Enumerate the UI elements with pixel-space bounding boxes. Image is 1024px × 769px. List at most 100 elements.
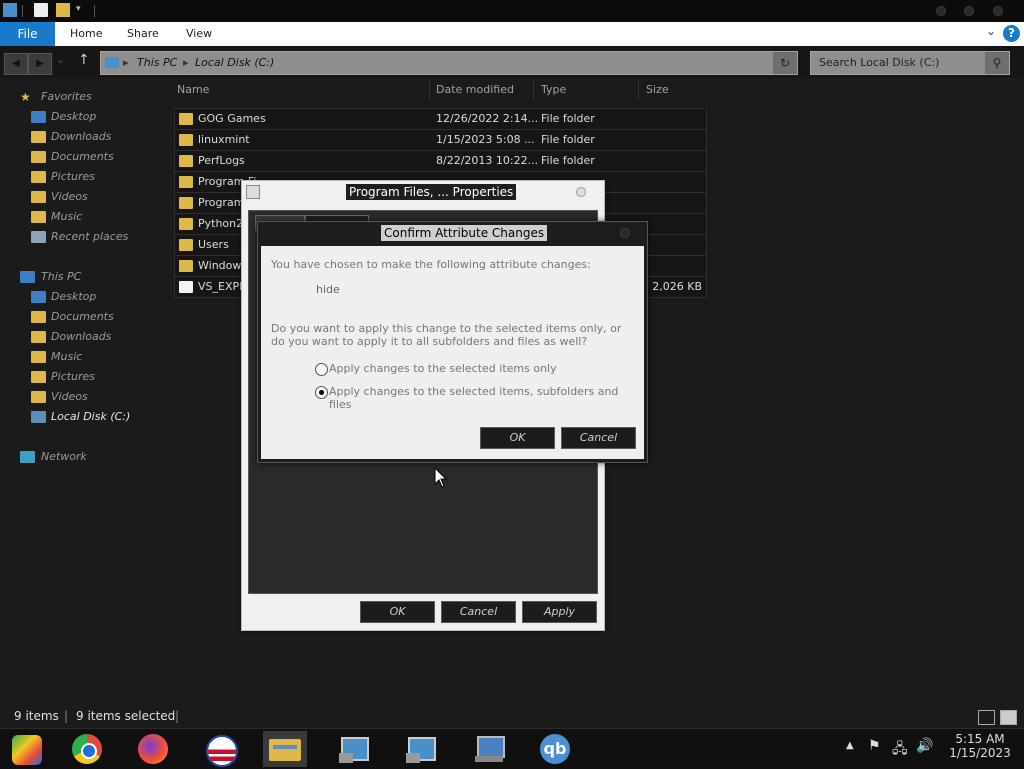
nav-fav-videos[interactable]: Videos xyxy=(0,187,160,207)
folder-icon xyxy=(179,197,193,209)
volume-icon[interactable]: 🔊 xyxy=(916,738,933,754)
nav-label: Pictures xyxy=(51,170,96,183)
close-button[interactable] xyxy=(620,228,630,238)
ok-button[interactable]: OK xyxy=(360,601,435,623)
up-arrow-icon[interactable]: ↑ xyxy=(78,52,90,68)
ribbon-tabs: File Home Share View ⌄ ? xyxy=(0,22,1024,46)
star-icon: ★ xyxy=(20,90,31,104)
customize-quick-access-icon[interactable]: ▾ xyxy=(76,4,81,14)
file-name: Program xyxy=(198,196,245,209)
nav-label: Local Disk (C:) xyxy=(51,410,131,423)
option-label[interactable]: Apply changes to the selected items, sub… xyxy=(329,385,644,411)
close-button[interactable] xyxy=(993,6,1003,16)
back-button[interactable]: ◀ xyxy=(4,53,28,75)
divider xyxy=(429,80,430,100)
setup-icon[interactable] xyxy=(333,731,377,767)
cancel-button[interactable]: Cancel xyxy=(441,601,516,623)
radio-subfolders[interactable] xyxy=(315,386,328,399)
pictures-icon xyxy=(31,371,46,383)
file-date: 8/22/2013 10:22... xyxy=(436,154,539,167)
address-bar[interactable]: ▸ This PC ▸ Local Disk (C:) ↻ xyxy=(100,51,798,75)
nav-pc-music[interactable]: Music xyxy=(0,347,160,367)
file-explorer-icon[interactable] xyxy=(263,731,307,767)
nav-fav-desktop[interactable]: Desktop xyxy=(0,107,160,127)
column-header-size[interactable]: Size xyxy=(646,80,669,100)
tab-home[interactable]: Home xyxy=(70,22,102,46)
nav-label: Desktop xyxy=(51,110,97,123)
column-header-type[interactable]: Type xyxy=(541,80,566,100)
file-row[interactable]: PerfLogs 8/22/2013 10:22... File folder xyxy=(174,150,707,172)
new-folder-icon[interactable] xyxy=(56,3,70,17)
obama-logo-icon[interactable] xyxy=(199,731,243,767)
recent-locations-icon[interactable]: ⌄ xyxy=(56,53,65,66)
computer-icon xyxy=(20,271,35,283)
apply-button[interactable]: Apply xyxy=(522,601,597,623)
column-header-name[interactable]: Name xyxy=(177,80,209,100)
nav-fav-recent-places[interactable]: Recent places xyxy=(0,227,160,247)
network-status-icon[interactable]: 🖧 xyxy=(892,738,908,762)
breadcrumb-local-disk[interactable]: Local Disk (C:) xyxy=(195,52,274,74)
minimize-button[interactable] xyxy=(936,6,946,16)
file-name: Users xyxy=(198,238,229,251)
nav-fav-music[interactable]: Music xyxy=(0,207,160,227)
ok-button[interactable]: OK xyxy=(480,427,555,449)
nav-label: Desktop xyxy=(51,290,97,303)
option-label[interactable]: Apply changes to the selected items only xyxy=(329,362,557,375)
tab-file[interactable]: File xyxy=(0,22,55,46)
downloads-icon xyxy=(31,131,46,143)
nav-this-pc[interactable]: This PC xyxy=(0,267,160,287)
file-type: File folder xyxy=(541,112,595,125)
network-computer-icon[interactable] xyxy=(467,731,511,767)
qbittorrent-icon[interactable]: qb xyxy=(534,731,578,767)
search-icon[interactable]: ⚲ xyxy=(985,52,1009,74)
desktop-icon xyxy=(31,291,46,303)
chrome-icon[interactable] xyxy=(66,731,110,767)
setup-icon-2[interactable] xyxy=(400,731,444,767)
chrome-os-icon[interactable] xyxy=(6,731,50,767)
refresh-icon[interactable]: ↻ xyxy=(773,52,797,74)
question-text: Do you want to apply this change to the … xyxy=(271,322,622,348)
nav-pc-videos[interactable]: Videos xyxy=(0,387,160,407)
details-view-icon[interactable] xyxy=(978,710,995,725)
chevron-down-icon[interactable]: ⌄ xyxy=(986,24,996,38)
tab-share[interactable]: Share xyxy=(127,22,159,46)
maximize-button[interactable] xyxy=(964,6,974,16)
nav-pc-pictures[interactable]: Pictures xyxy=(0,367,160,387)
breadcrumb-this-pc[interactable]: This PC xyxy=(137,52,177,74)
radio-selected-only[interactable] xyxy=(315,363,328,376)
nav-fav-pictures[interactable]: Pictures xyxy=(0,167,160,187)
help-icon[interactable]: ? xyxy=(1003,25,1020,42)
properties-icon[interactable] xyxy=(34,3,48,17)
file-row[interactable]: linuxmint 1/15/2023 5:08 ... File folder xyxy=(174,129,707,151)
search-input[interactable]: Search Local Disk (C:) ⚲ xyxy=(810,51,1010,75)
this-pc-icon xyxy=(105,57,119,68)
nav-label: Music xyxy=(51,350,83,363)
firefox-icon[interactable] xyxy=(132,731,176,767)
flag-icon[interactable]: ⚑ xyxy=(868,738,881,754)
downloads-icon xyxy=(31,331,46,343)
folder-icon xyxy=(179,239,193,251)
nav-pc-local-disk[interactable]: Local Disk (C:) xyxy=(0,407,160,427)
show-hidden-icons-icon[interactable]: ▲ xyxy=(846,740,854,751)
cancel-button[interactable]: Cancel xyxy=(561,427,636,449)
clock[interactable]: 5:15 AM 1/15/2023 xyxy=(940,732,1020,760)
file-row[interactable]: GOG Games 12/26/2022 2:14... File folder xyxy=(174,108,707,130)
nav-fav-documents[interactable]: Documents xyxy=(0,147,160,167)
nav-pc-documents[interactable]: Documents xyxy=(0,307,160,327)
large-icons-view-icon[interactable] xyxy=(1000,710,1017,725)
nav-label: Downloads xyxy=(51,330,112,343)
nav-pc-desktop[interactable]: Desktop xyxy=(0,287,160,307)
forward-button[interactable]: ▶ xyxy=(28,53,52,75)
tab-view[interactable]: View xyxy=(186,22,212,46)
nav-favorites[interactable]: ★ Favorites xyxy=(0,87,160,107)
nav-label: This PC xyxy=(41,270,82,283)
column-header-date[interactable]: Date modified xyxy=(436,80,514,100)
close-button[interactable] xyxy=(576,187,586,197)
file-type: File folder xyxy=(541,133,595,146)
folder-icon xyxy=(179,113,193,125)
explorer-app-icon[interactable] xyxy=(3,3,17,17)
nav-fav-downloads[interactable]: Downloads xyxy=(0,127,160,147)
nav-network[interactable]: Network xyxy=(0,447,160,467)
nav-pc-downloads[interactable]: Downloads xyxy=(0,327,160,347)
breadcrumb-separator: ▸ xyxy=(123,56,129,69)
